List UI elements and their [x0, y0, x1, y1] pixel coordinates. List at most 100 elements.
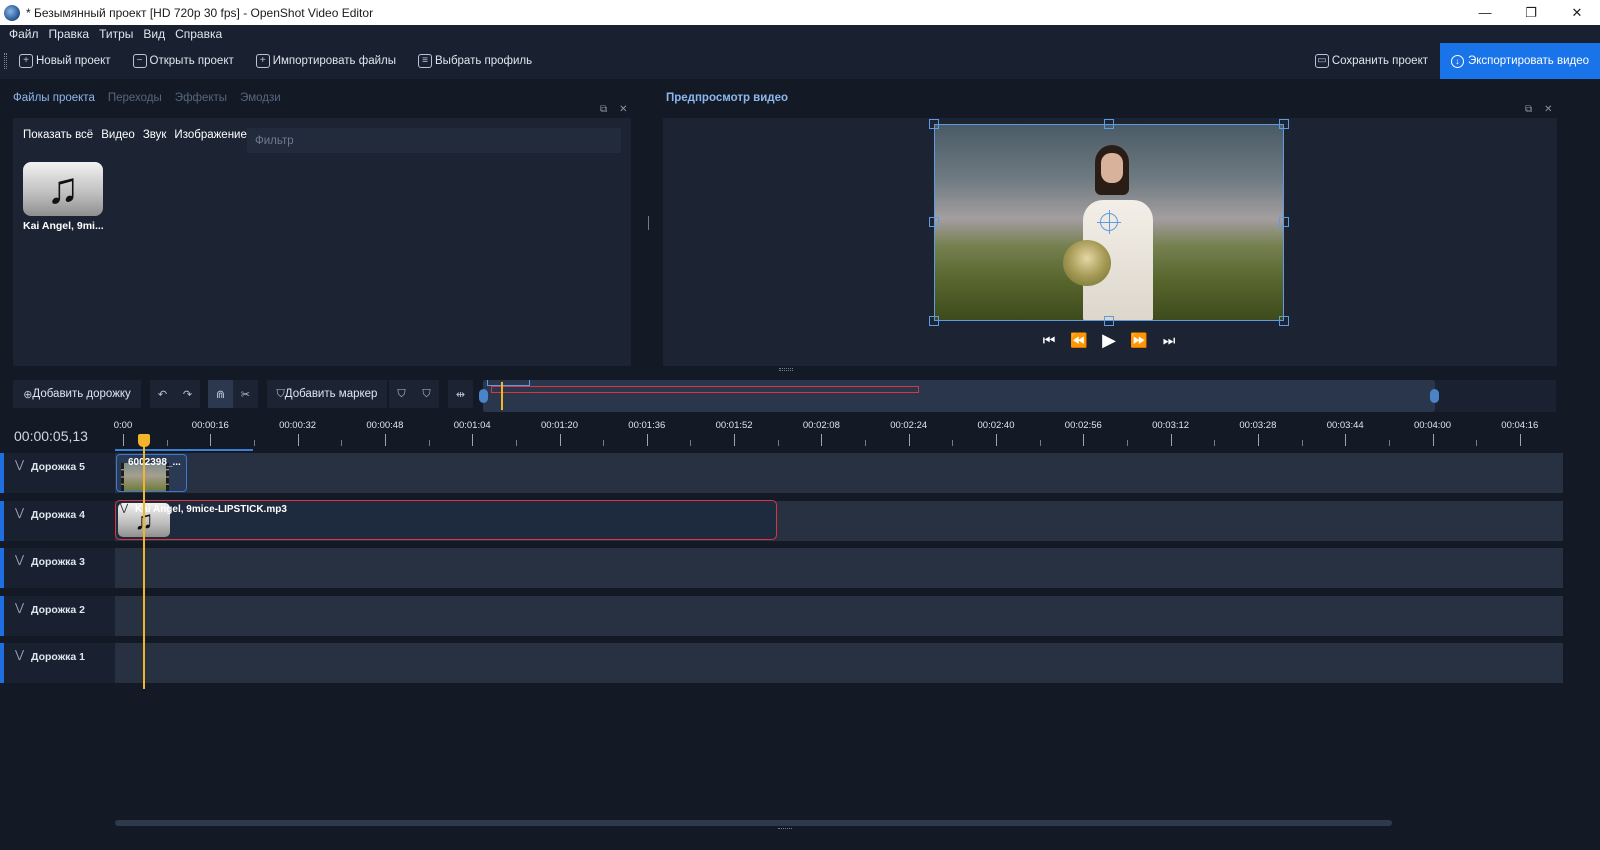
export-video-button[interactable]: ↓ Экспортировать видео [1440, 43, 1600, 79]
add-track-label: Добавить дорожку [32, 388, 131, 400]
track-header[interactable]: ⋁ Дорожка 1 [4, 643, 115, 683]
filter-show-all[interactable]: Показать всё [23, 129, 93, 141]
chevron-down-icon[interactable]: ⋁ [120, 503, 128, 514]
ruler-label: 00:03:12 [1152, 420, 1190, 431]
close-button[interactable]: ✕ [1554, 0, 1600, 25]
overview-selected-clip [491, 386, 919, 393]
add-track-button[interactable]: ⊕ Добавить дорожку [13, 380, 141, 408]
file-name[interactable]: Kai Angel, 9mi... [23, 220, 107, 232]
tab-transitions[interactable]: Переходы [108, 92, 162, 104]
float-panel-icon[interactable]: ⧉ [600, 104, 607, 115]
playhead-handle[interactable] [138, 434, 150, 447]
menu-titles[interactable]: Титры [99, 27, 133, 41]
timeline-overview[interactable] [479, 380, 1556, 412]
video-subject [1063, 145, 1153, 320]
video-clip[interactable]: 6002398_... [116, 454, 187, 492]
transform-handle[interactable] [1279, 217, 1289, 227]
transform-handle[interactable] [929, 119, 939, 129]
rewind-icon[interactable]: ⏪ [1070, 332, 1087, 348]
window-title: * Безымянный проект [HD 720p 30 fps] - O… [26, 5, 374, 20]
tab-effects[interactable]: Эффекты [175, 92, 227, 104]
ruler-label: 00:02:56 [1064, 420, 1102, 431]
overview-left-handle[interactable] [479, 389, 488, 403]
jump-start-icon[interactable]: ⏮ [1041, 332, 1057, 348]
music-note-icon[interactable]: ♫ [23, 162, 103, 216]
ruler-label: 0:00 [113, 420, 133, 431]
play-icon[interactable]: ▶ [1101, 330, 1117, 350]
overview-window[interactable] [483, 380, 1435, 412]
track-lane[interactable] [115, 548, 1563, 588]
audio-clip[interactable]: ♫ ⋁ Kai Angel, 9mice-LIPSTICK.mp3 [115, 500, 777, 540]
open-project-button[interactable]: − Открыть проект [132, 54, 234, 68]
track-lane[interactable] [115, 453, 1563, 493]
panel-splitter[interactable] [648, 216, 649, 230]
menu-help[interactable]: Справка [175, 27, 222, 41]
ruler-minor-tick [1039, 440, 1041, 446]
ruler-minor-tick [865, 440, 867, 446]
bottom-splitter[interactable] [778, 828, 792, 831]
close-panel-icon[interactable]: ✕ [619, 104, 627, 115]
float-panel-icon[interactable]: ⧉ [1525, 104, 1532, 115]
transform-handle[interactable] [1104, 119, 1114, 129]
menu-file[interactable]: Файл [9, 27, 39, 41]
chevron-down-icon[interactable]: ⋁ [15, 553, 24, 566]
import-files-button[interactable]: + Импортировать файлы [255, 54, 396, 68]
timeline-horizontal-scrollbar[interactable] [115, 820, 1392, 826]
tab-emoji[interactable]: Эмодзи [240, 92, 281, 104]
track-lane[interactable] [115, 596, 1563, 636]
redo-button[interactable]: ↷ [175, 380, 200, 408]
restore-button[interactable]: ❐ [1508, 0, 1554, 25]
menu-view[interactable]: Вид [143, 27, 165, 41]
track-header[interactable]: ⋁ Дорожка 4 [4, 501, 115, 541]
toolbar-grip[interactable] [4, 53, 7, 69]
horizontal-splitter[interactable] [779, 368, 793, 371]
transform-handle[interactable] [1104, 316, 1114, 326]
export-video-label: Экспортировать видео [1467, 55, 1590, 67]
timeline-ruler[interactable]: 0:00 00:00:16 00:00:32 00:00:48 00:01:04 00:0… [113, 418, 1565, 452]
transform-handle[interactable] [929, 217, 939, 227]
previous-marker-button[interactable]: ⛉ [389, 380, 414, 408]
chevron-down-icon[interactable]: ⋁ [15, 601, 24, 614]
crosshair-icon[interactable] [1097, 210, 1121, 234]
undo-icon: ↶ [157, 388, 168, 401]
transform-handle[interactable] [1279, 316, 1289, 326]
playhead-line[interactable] [143, 446, 145, 689]
close-panel-icon[interactable]: ✕ [1544, 104, 1552, 115]
choose-profile-button[interactable]: ≡ Выбрать профиль [418, 54, 532, 68]
transform-handle[interactable] [1279, 119, 1289, 129]
ruler-label: 00:02:08 [802, 420, 840, 431]
filter-input[interactable]: Фильтр [247, 128, 621, 153]
center-icon: ⇹ [455, 388, 466, 401]
track-header[interactable]: ⋁ Дорожка 3 [4, 548, 115, 588]
jump-end-icon[interactable]: ⏭ [1161, 332, 1177, 348]
chevron-down-icon[interactable]: ⋁ [15, 648, 24, 661]
undo-button[interactable]: ↶ [150, 380, 175, 408]
fast-forward-icon[interactable]: ⏩ [1130, 332, 1147, 348]
tab-project-files[interactable]: Файлы проекта [13, 92, 95, 104]
chevron-down-icon[interactable]: ⋁ [15, 506, 24, 519]
ruler-minor-tick [515, 440, 517, 446]
ruler-minor-tick [952, 440, 954, 446]
new-project-button[interactable]: + Новый проект [19, 54, 111, 68]
filter-audio[interactable]: Звук [143, 129, 167, 141]
transform-handle[interactable] [929, 316, 939, 326]
overview-right-handle[interactable] [1430, 389, 1439, 403]
menu-edit[interactable]: Правка [49, 27, 90, 41]
add-marker-button[interactable]: ⛉ Добавить маркер [267, 380, 387, 408]
filter-image[interactable]: Изображение [174, 129, 246, 141]
ruler-tick [1257, 434, 1259, 446]
minimize-button[interactable]: — [1462, 0, 1508, 25]
chevron-down-icon[interactable]: ⋁ [15, 458, 24, 471]
save-project-button[interactable]: ▭ Сохранить проект [1314, 54, 1428, 68]
filter-video[interactable]: Видео [101, 129, 135, 141]
ruler-minor-tick [341, 440, 343, 446]
choose-profile-label: Выбрать профиль [435, 55, 533, 67]
plus-icon: + [19, 54, 33, 68]
next-marker-button[interactable]: ⛉ [414, 380, 439, 408]
snap-button[interactable]: ⋒ [208, 380, 233, 408]
center-timeline-button[interactable]: ⇹ [448, 380, 473, 408]
razor-button[interactable]: ✂ [233, 380, 258, 408]
track-header[interactable]: ⋁ Дорожка 5 [4, 453, 115, 493]
track-lane[interactable] [115, 643, 1563, 683]
track-header[interactable]: ⋁ Дорожка 2 [4, 596, 115, 636]
